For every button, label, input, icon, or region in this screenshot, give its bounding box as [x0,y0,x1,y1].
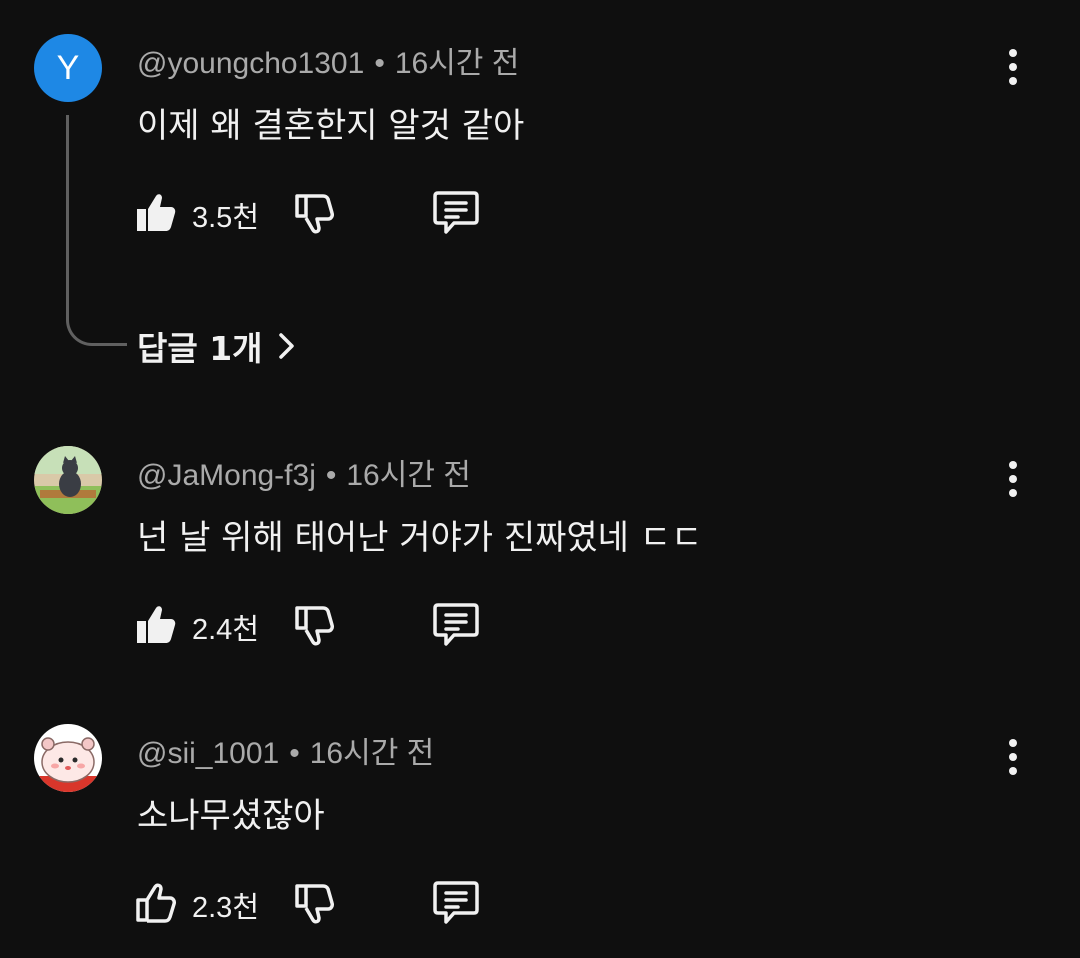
like-button[interactable] [134,188,180,234]
hamster-avatar-image [34,724,102,792]
like-count: 2.3천 [192,892,259,924]
comment-text: 소나무셨잖아 [137,796,325,836]
thumbs-down-icon [295,884,334,924]
comment-time: 16시간 전 [309,737,435,770]
separator: • [325,459,337,492]
like-button[interactable] [134,600,180,646]
thumbs-up-icon [137,606,176,643]
more-vert-icon[interactable] [992,46,1034,88]
comment-meta: @sii_1001 • 16시간 전 [137,728,434,772]
chevron-right-icon [278,333,294,359]
comment-icon [433,191,479,234]
more-vert-icon[interactable] [992,736,1034,778]
avatar[interactable]: Y [34,34,102,102]
thumbs-up-icon [137,194,176,231]
avatar[interactable] [34,446,102,514]
comment-author[interactable]: @JaMong-f3j [137,459,316,492]
thumbs-down-icon [295,194,334,234]
like-button[interactable] [134,878,180,924]
more-vert-icon[interactable] [992,458,1034,500]
comment-icon [433,881,479,924]
thumbs-down-icon [295,606,334,646]
comment-meta: @youngcho1301 • 16시간 전 [137,38,519,82]
comment-actions: 2.3천 [0,870,1080,930]
separator: • [374,47,385,80]
comment-text: 넌 날 위해 태어난 거야가 진짜였네 ㄷㄷ [137,518,703,558]
thumbs-up-outline-icon [136,883,176,923]
comment-time: 16시간 전 [346,459,471,492]
separator: • [289,737,300,770]
reply-button[interactable] [432,878,480,926]
comment-actions: 3.5천 [0,180,1080,240]
view-replies-button[interactable]: 답글 1개 [137,322,299,370]
comment-3: @sii_1001 • 16시간 전 소나무셨잖아 2.3천 [0,690,1080,958]
comment-text: 이제 왜 결혼한지 알것 같아 [137,106,525,146]
comment-1: Y @youngcho1301 • 16시간 전 이제 왜 결혼한지 알것 같아 3… [0,0,1080,400]
comment-meta: @JaMong-f3j • 16시간 전 [137,450,471,494]
avatar[interactable] [34,724,102,792]
comment-time: 16시간 전 [394,47,520,80]
like-count: 2.4천 [192,614,259,646]
comment-actions: 2.4천 [0,592,1080,652]
dislike-button[interactable] [293,604,339,650]
dislike-button[interactable] [293,882,339,928]
reply-button[interactable] [432,188,480,236]
cat-avatar-image [34,446,102,514]
comment-author[interactable]: @sii_1001 [137,737,279,770]
reply-button[interactable] [432,600,480,648]
replies-label: 답글 1개 [137,329,263,368]
like-count: 3.5천 [192,202,259,234]
comment-icon [433,603,479,646]
comment-author[interactable]: @youngcho1301 [137,47,364,80]
comment-2: @JaMong-f3j • 16시간 전 넌 날 위해 태어난 거야가 진짜였네 ㄷ… [0,412,1080,690]
dislike-button[interactable] [293,192,339,238]
